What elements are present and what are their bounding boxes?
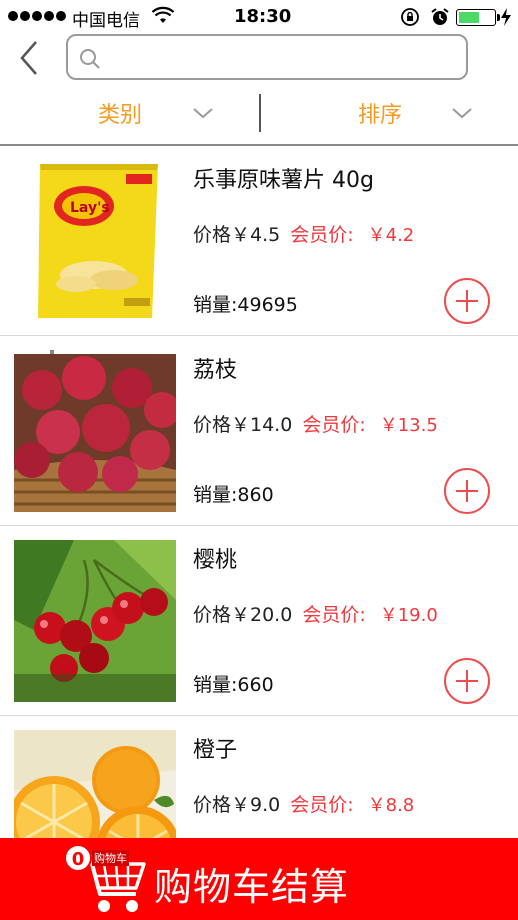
sales-count: 销量:860 — [193, 484, 274, 506]
member-price-label: 会员价: — [290, 224, 354, 246]
product-name: 乐事原味薯片 40g — [193, 168, 374, 193]
checkout-bar[interactable]: 0 购物车 购物车结算 — [0, 838, 518, 920]
product-name: 橙子 — [193, 738, 238, 763]
signal-strength-icon — [8, 11, 66, 21]
category-filter-button[interactable]: 类别 — [0, 88, 258, 138]
member-price-label: 会员价: — [302, 414, 366, 436]
price-row: 价格￥14.0 会员价: ￥13.5 — [193, 410, 438, 437]
wifi-icon — [152, 6, 174, 23]
category-filter-label: 类别 — [98, 103, 143, 128]
product-price: 价格￥14.0 — [193, 414, 293, 436]
product-list: Lay's 乐事原味薯片 40g 价格￥4.5 会员价: ￥4.2 销量:49695 — [0, 146, 518, 906]
status-bar: 中国电信 18:30 — [0, 0, 518, 34]
add-to-cart-button[interactable] — [444, 658, 490, 704]
member-price-label: 会员价: — [302, 604, 366, 626]
carrier-name: 中国电信 — [72, 11, 140, 31]
filter-bar: 类别 排序 — [0, 88, 518, 144]
list-item[interactable]: 樱桃 价格￥20.0 会员价: ￥19.0 销量:660 — [0, 526, 518, 716]
list-item[interactable]: Lay's 乐事原味薯片 40g 价格￥4.5 会员价: ￥4.2 销量:49695 — [0, 146, 518, 336]
search-input[interactable] — [108, 42, 458, 72]
price-row: 价格￥4.5 会员价: ￥4.2 — [193, 220, 414, 247]
product-name: 樱桃 — [193, 548, 238, 573]
cart-count-badge: 0 — [64, 844, 92, 872]
chevron-down-icon — [452, 108, 472, 119]
chevron-down-icon — [193, 108, 213, 119]
product-image: Lay's — [14, 160, 176, 322]
rotation-lock-icon — [401, 8, 419, 26]
alarm-icon — [431, 8, 449, 25]
lychee-image — [14, 350, 176, 512]
battery-icon — [456, 9, 500, 26]
sales-count: 销量:49695 — [193, 294, 298, 316]
member-price: ￥19.0 — [379, 605, 438, 626]
member-price: ￥8.8 — [367, 795, 415, 816]
search-box[interactable] — [66, 34, 468, 80]
sort-filter-button[interactable]: 排序 — [260, 88, 518, 138]
product-image — [14, 350, 176, 512]
charging-icon — [501, 8, 511, 26]
product-price: 价格￥9.0 — [193, 794, 281, 816]
product-price: 价格￥4.5 — [193, 224, 281, 246]
back-button[interactable] — [14, 38, 48, 78]
sales-count: 销量:660 — [193, 674, 274, 696]
cherry-image — [14, 540, 176, 702]
member-price-label: 会员价: — [290, 794, 354, 816]
sort-filter-label: 排序 — [358, 103, 403, 128]
member-price: ￥4.2 — [367, 225, 415, 246]
list-item[interactable]: 荔枝 价格￥14.0 会员价: ￥13.5 销量:860 — [0, 336, 518, 526]
chips-bag-image: Lay's — [14, 160, 176, 322]
add-to-cart-button[interactable] — [444, 468, 490, 514]
status-time: 18:30 — [234, 6, 292, 27]
member-price: ￥13.5 — [379, 415, 438, 436]
add-to-cart-button[interactable] — [444, 278, 490, 324]
product-name: 荔枝 — [193, 358, 238, 383]
search-icon — [80, 49, 100, 69]
chevron-left-icon — [20, 41, 37, 75]
price-row: 价格￥20.0 会员价: ￥19.0 — [193, 600, 438, 627]
product-image — [14, 540, 176, 702]
cart-icon-tag: 购物车 — [92, 850, 129, 866]
svg-text:Lay's: Lay's — [70, 200, 110, 216]
price-row: 价格￥9.0 会员价: ￥8.8 — [193, 790, 414, 817]
product-price: 价格￥20.0 — [193, 604, 293, 626]
checkout-button-label: 购物车结算 — [154, 865, 350, 909]
